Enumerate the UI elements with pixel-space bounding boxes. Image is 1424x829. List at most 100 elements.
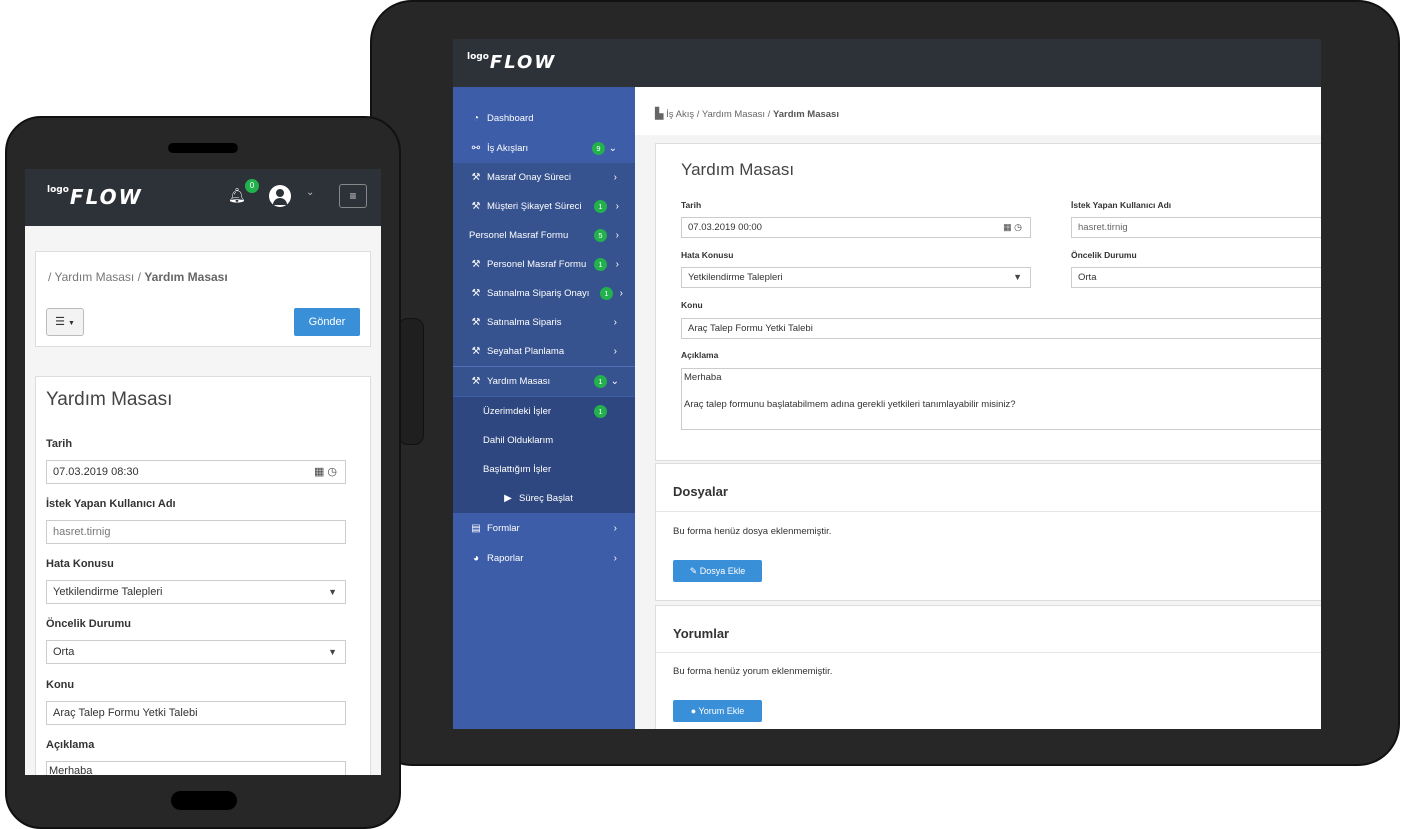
comment-icon: ● <box>690 706 697 716</box>
sidebar-item-baslattigim[interactable]: Başlattığım İşler <box>453 455 635 484</box>
sidebar: ◔ Dashboard ⚯ İş Akışları 9 ⌄ ⚒ Masraf Onay… <box>453 87 635 729</box>
caret-down-icon: ▼ <box>328 587 337 597</box>
user-label: İstek Yapan Kullanıcı Adı <box>46 498 176 510</box>
chevron-down-icon: ⌄ <box>610 376 619 387</box>
breadcrumb-link[interactable]: İş Akış <box>666 109 694 120</box>
badge: 1 <box>600 287 613 300</box>
add-file-button[interactable]: ✎ Dosya Ekle <box>673 560 762 582</box>
topic-select[interactable]: Yetkilendirme Talepleri ▼ <box>46 580 346 604</box>
top-navbar: logoFLOW 🔔︎ 0 ⌄ ≡ <box>25 169 381 226</box>
form-icon: ▤ <box>471 523 481 534</box>
phone-screen: logoFLOW 🔔︎ 0 ⌄ ≡ / Yardım Masası / Yard… <box>25 169 381 775</box>
paperclip-icon: ✎ <box>689 566 698 576</box>
description-textarea[interactable]: Merhaba <box>46 761 346 775</box>
files-panel: Dosyalar Bu forma henüz dosya eklenmemiş… <box>655 463 1321 601</box>
app-logo: logoFLOW <box>467 52 557 73</box>
date-input[interactable]: 07.03.2019 00:00 ▦ ◷ <box>681 217 1031 238</box>
user-label: İstek Yapan Kullanıcı Adı <box>1071 200 1172 210</box>
priority-label: Öncelik Durumu <box>46 618 131 630</box>
sidebar-item-yardim-masasi[interactable]: ⚒ Yardım Masası 1 ⌄ <box>453 367 635 396</box>
send-button[interactable]: Gönder <box>294 308 360 336</box>
files-title: Dosyalar <box>673 484 728 499</box>
chevron-right-icon: › <box>615 230 619 241</box>
description-textarea[interactable]: Merhaba Araç talep formunu başlatabilmem… <box>681 368 1321 430</box>
topic-label: Hata Konusu <box>681 250 734 260</box>
chevron-right-icon: › <box>613 346 617 357</box>
sidebar-item-dahil[interactable]: Dahil Olduklarım <box>453 426 635 455</box>
sidebar-item-masraf-onay[interactable]: ⚒ Masraf Onay Süreci › <box>453 163 635 192</box>
subject-input[interactable]: Araç Talep Formu Yetki Talebi <box>46 701 346 725</box>
page-title: Yardım Masası <box>681 160 795 179</box>
sidebar-item-satinalma-onay[interactable]: ⚒ Satınalma Sipariş Onayı 1 › <box>453 279 635 308</box>
breadcrumb-current: Yardım Masası <box>772 109 839 120</box>
sidebar-item-musteri-sikayet[interactable]: ⚒ Müşteri Şikayet Süreci 1 › <box>453 192 635 221</box>
sidebar-item-dashboard[interactable]: ◔ Dashboard <box>453 104 635 133</box>
bell-icon[interactable]: 🔔︎ <box>228 187 246 205</box>
breadcrumb-link[interactable]: Yardım Masası <box>702 109 765 120</box>
badge: 1 <box>594 258 607 271</box>
tools-icon: ⚒ <box>471 346 481 357</box>
topic-label: Hata Konusu <box>46 558 114 570</box>
comments-title: Yorumlar <box>673 626 730 641</box>
avatar[interactable] <box>269 185 291 207</box>
breadcrumb-card: / Yardım Masası / Yardım Masası ☰ ▼ Gönd… <box>35 251 371 347</box>
calendar-clock-icon[interactable]: ▦ ◷ <box>314 461 337 483</box>
notification-badge: 0 <box>245 179 259 193</box>
priority-select[interactable]: Orta ▼ <box>46 640 346 664</box>
chevron-right-icon: › <box>615 201 619 212</box>
sidebar-item-formlar[interactable]: ▤ Formlar › <box>453 514 635 543</box>
divider <box>656 652 1321 653</box>
tools-icon: ⚒ <box>471 317 481 328</box>
badge: 5 <box>594 229 607 242</box>
date-input[interactable]: 07.03.2019 08:30 ▦ ◷ <box>46 460 346 484</box>
caret-down-icon: ▼ <box>1013 272 1022 282</box>
sidebar-item-satinalma-siparis[interactable]: ⚒ Satınalma Siparis › <box>453 308 635 337</box>
pie-chart-icon: ◕ <box>472 553 480 564</box>
calendar-clock-icon[interactable]: ▦ ◷ <box>1003 218 1022 237</box>
hamburger-menu-button[interactable]: ≡ <box>339 184 367 208</box>
files-empty-text: Bu forma henüz dosya eklenmemiştir. <box>673 526 832 537</box>
badge: 1 <box>594 375 607 388</box>
chevron-down-icon[interactable]: ⌄ <box>306 187 314 198</box>
sidebar-item-workflows[interactable]: ⚯ İş Akışları 9 ⌄ <box>453 134 635 163</box>
user-input[interactable]: hasret.tirnig <box>46 520 346 544</box>
comments-panel: Yorumlar Bu forma henüz yorum eklenmemiş… <box>655 605 1321 729</box>
subject-input[interactable]: Araç Talep Formu Yetki Talebi <box>681 318 1321 339</box>
sidebar-item-surec-baslat[interactable]: ▶ Süreç Başlat <box>453 484 635 513</box>
divider <box>656 511 1321 512</box>
subject-label: Konu <box>681 300 703 310</box>
tools-icon: ⚒ <box>471 288 481 299</box>
chevron-right-icon: › <box>619 288 623 299</box>
gauge-icon: ◔ <box>472 113 480 124</box>
description-label: Açıklama <box>681 350 719 360</box>
top-navbar: logoFLOW <box>453 39 1321 87</box>
chevron-down-icon: ⌄ <box>608 143 617 154</box>
caret-down-icon: ▼ <box>68 320 75 327</box>
file-icon: ▙ <box>655 108 664 120</box>
sidebar-item-raporlar[interactable]: ◕ Raporlar › <box>453 544 635 573</box>
comments-empty-text: Bu forma henüz yorum eklenmemiştir. <box>673 666 833 677</box>
sidebar-item-personel-masraf-1[interactable]: Personel Masraf Formu 5 › <box>453 221 635 250</box>
breadcrumb-link[interactable]: Yardım Masası <box>54 270 134 284</box>
list-dropdown-button[interactable]: ☰ ▼ <box>46 308 84 336</box>
tablet-side-button <box>398 318 424 445</box>
add-comment-button[interactable]: ● Yorum Ekle <box>673 700 762 722</box>
sidebar-item-seyahat[interactable]: ⚒ Seyahat Planlama › <box>453 337 635 366</box>
list-icon: ☰ <box>55 316 65 328</box>
user-input[interactable]: hasret.tirnig <box>1071 217 1321 238</box>
phone-speaker <box>168 143 238 153</box>
topic-select[interactable]: Yetkilendirme Talepleri ▼ <box>681 267 1031 288</box>
priority-select[interactable]: Orta <box>1071 267 1321 288</box>
badge: 1 <box>594 405 607 418</box>
description-label: Açıklama <box>46 739 95 751</box>
tools-icon: ⚒ <box>471 376 481 387</box>
breadcrumb: ▙ İş Akış / Yardım Masası / Yardım Masas… <box>635 87 1321 135</box>
sidebar-item-uzerimdeki[interactable]: Üzerimdeki İşler 1 <box>453 397 635 426</box>
tools-icon: ⚒ <box>471 172 481 183</box>
tools-icon: ⚒ <box>471 201 481 212</box>
badge: 9 <box>592 142 605 155</box>
sidebar-item-personel-masraf-2[interactable]: ⚒ Personel Masraf Formu 1 › <box>453 250 635 279</box>
app-logo: logoFLOW <box>47 185 143 209</box>
subject-label: Konu <box>46 679 75 691</box>
tablet-screen: logoFLOW ◔ Dashboard ⚯ İş Akışları 9 ⌄ ⚒ Ma… <box>453 39 1321 729</box>
